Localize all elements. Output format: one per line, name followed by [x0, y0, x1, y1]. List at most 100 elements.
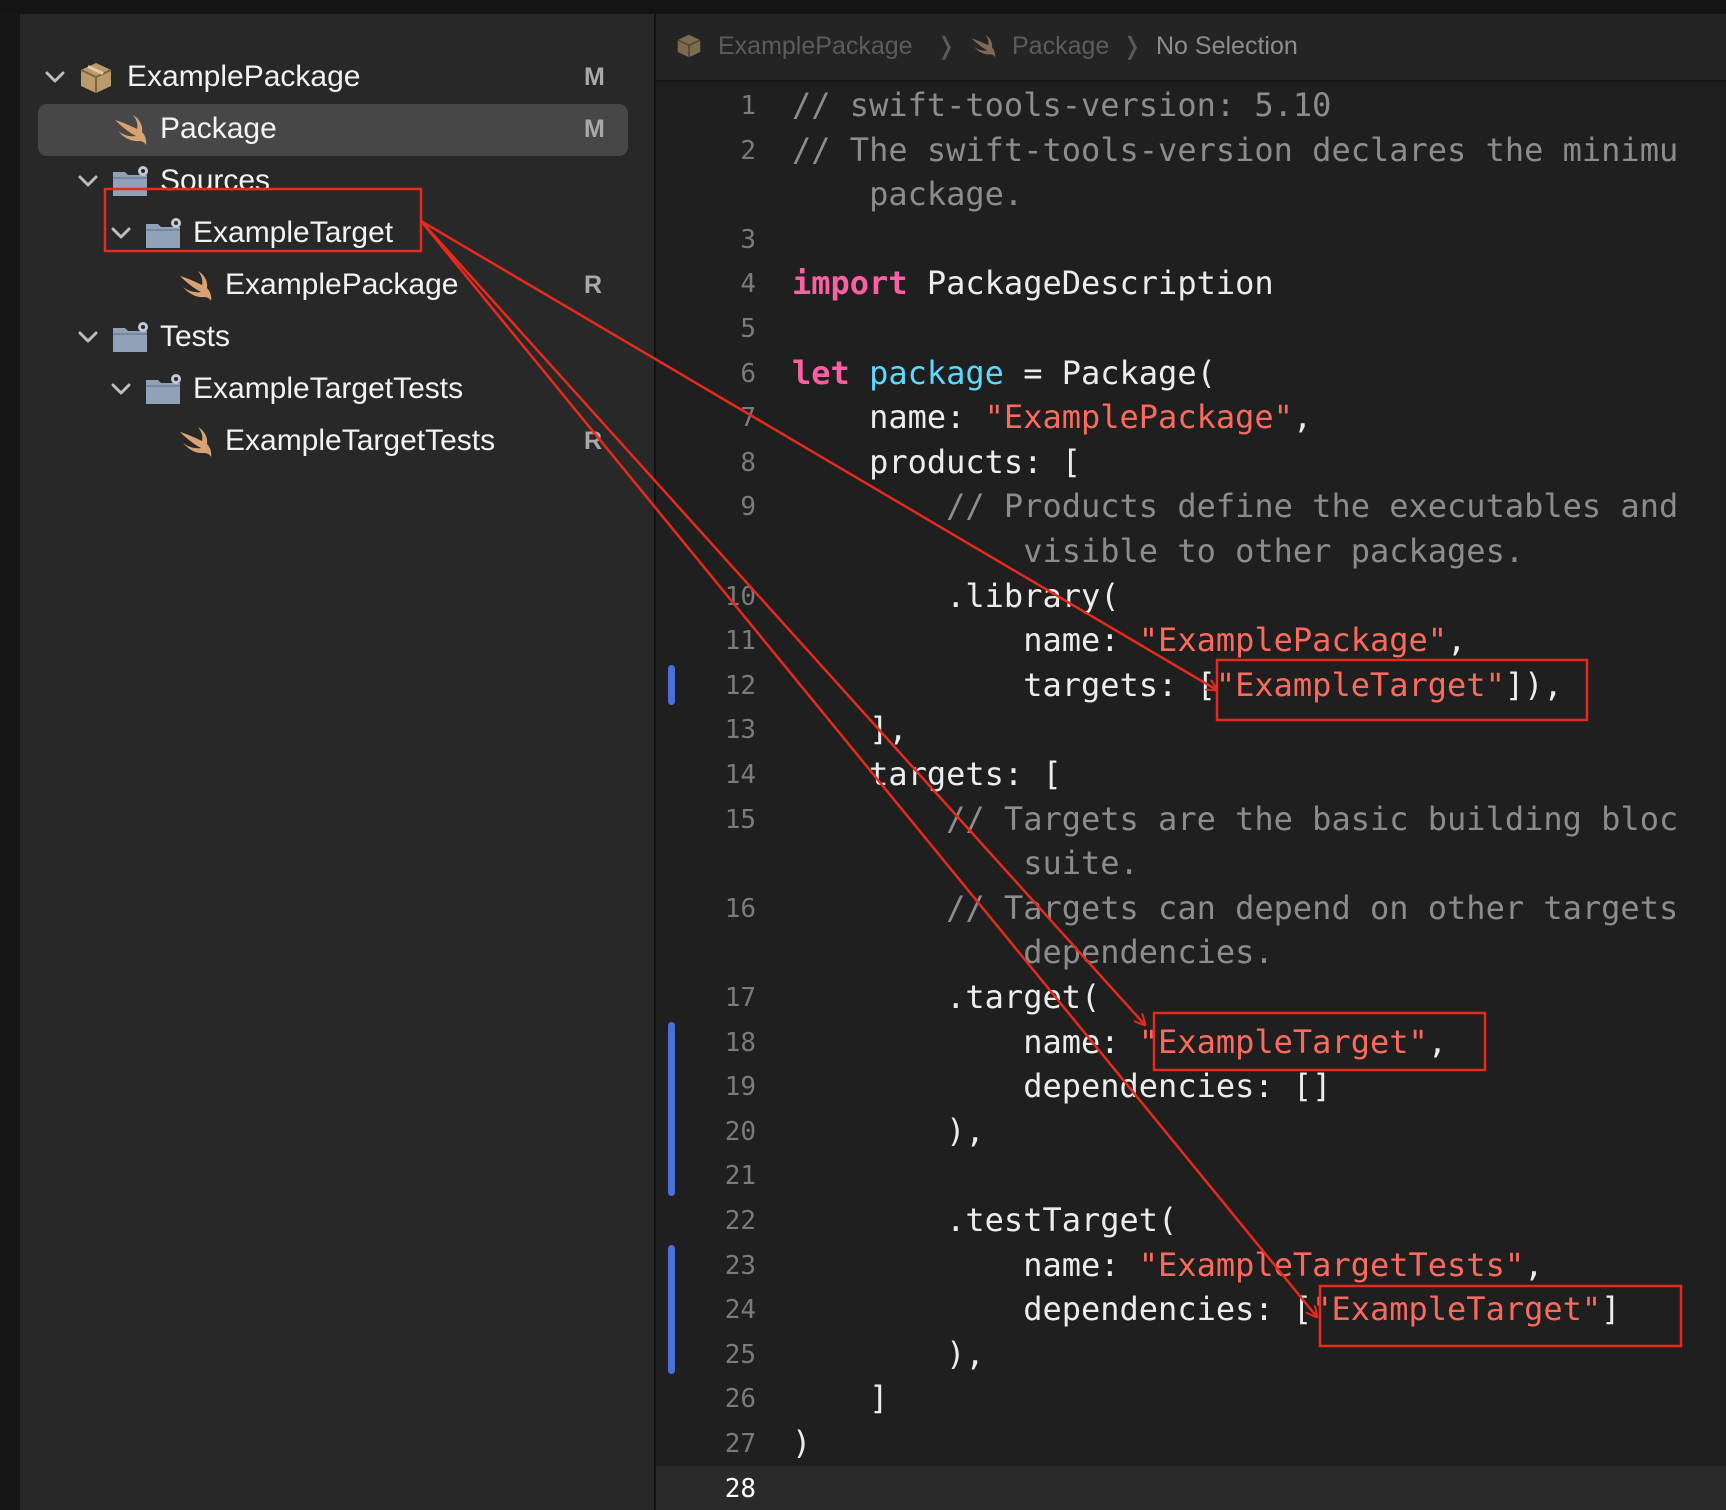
breadcrumb-file[interactable]: Package — [1012, 32, 1109, 61]
code-token: targets: [ — [792, 755, 1062, 793]
code-text: suite. — [792, 841, 1139, 885]
line-number: 15 — [724, 804, 756, 835]
source-control-badge: R — [584, 427, 603, 455]
code-token: products: [ — [792, 442, 1081, 481]
code-token: "ExampleTargetTests" — [1138, 1245, 1525, 1284]
code-line[interactable]: 12 targets: ["ExampleTarget"]), — [656, 663, 1726, 708]
nav-item-exampletarget[interactable]: ExampleTarget — [20, 208, 654, 260]
nav-item-exampletargettests[interactable]: ExampleTargetTests — [20, 364, 654, 416]
code-token: "ExampleTarget" — [1312, 1290, 1602, 1329]
nav-item-examplepackage-file[interactable]: ExamplePackage R — [20, 260, 654, 312]
code-token: // Products define the executables and — [792, 487, 1679, 526]
nav-item-exampletargettests-file[interactable]: ExampleTargetTests R — [20, 416, 654, 468]
code-area[interactable]: 1 // swift-tools-version: 5.10 2 // The swi… — [656, 82, 1726, 1510]
code-line[interactable]: 1 // swift-tools-version: 5.10 — [656, 83, 1726, 128]
line-number: 10 — [724, 581, 756, 612]
nav-item-examplepackage[interactable]: ExamplePackage M — [20, 52, 654, 104]
code-text: // Targets are the basic building bloc — [792, 797, 1678, 841]
source-editor: ExamplePackage ❭ Package ❭ No Selection … — [656, 14, 1726, 1510]
code-line[interactable]: 24 dependencies: ["ExampleTarget"] — [656, 1287, 1726, 1332]
code-token: suite. — [792, 844, 1139, 883]
code-line[interactable]: 9 // Products define the executables and — [656, 484, 1726, 529]
code-line[interactable]: 19 dependencies: [] — [656, 1064, 1726, 1109]
chevron-down-icon[interactable] — [75, 322, 101, 352]
code-text: name: "ExamplePackage", — [792, 395, 1312, 439]
source-control-badge: M — [584, 63, 605, 91]
code-line[interactable]: 3 — [656, 217, 1726, 262]
chevron-right-icon: ❭ — [1122, 33, 1143, 60]
code-line[interactable]: 27) — [656, 1421, 1726, 1466]
nav-item-label: ExampleTargetTests — [193, 372, 464, 405]
code-line[interactable]: 23 name: "ExampleTargetTests", — [656, 1243, 1726, 1288]
code-line[interactable]: 26 ] — [656, 1376, 1726, 1421]
code-token: package — [869, 353, 1004, 392]
code-line[interactable]: dependencies. — [656, 930, 1726, 975]
code-text: .target( — [792, 975, 1100, 1019]
nav-item-package[interactable]: Package M — [20, 104, 654, 156]
code-line[interactable]: 6 let package = Package( — [656, 351, 1726, 396]
line-number: 8 — [740, 447, 756, 478]
code-token: // swift-tools-version: 5.10 — [792, 86, 1332, 124]
nav-item-sources[interactable]: Sources — [20, 156, 654, 208]
code-line[interactable]: 22 .testTarget( — [656, 1198, 1726, 1243]
chevron-down-icon[interactable] — [42, 62, 68, 92]
source-control-badge: R — [584, 271, 603, 299]
code-line[interactable]: 15 // Targets are the basic building blo… — [656, 797, 1726, 842]
code-line[interactable]: 5 — [656, 306, 1726, 351]
chevron-down-icon[interactable] — [75, 166, 101, 196]
code-token: name: — [792, 398, 985, 437]
code-line[interactable]: 11 name: "ExamplePackage", — [656, 618, 1726, 663]
chevron-down-icon[interactable] — [108, 218, 134, 248]
line-number: 3 — [740, 224, 756, 255]
code-line[interactable]: 21 — [656, 1153, 1726, 1198]
code-token: .target( — [792, 978, 1101, 1016]
line-number: 22 — [724, 1206, 756, 1236]
code-token: name: — [792, 621, 1139, 660]
code-line[interactable]: 13 ], — [656, 707, 1726, 752]
nav-item-tests[interactable]: Tests — [20, 312, 654, 364]
swift-file-icon — [175, 423, 215, 461]
change-indicator[interactable] — [668, 1244, 675, 1375]
code-text: let package = Package( — [792, 351, 1216, 395]
code-token: , — [1524, 1245, 1544, 1284]
code-line[interactable]: 20 ), — [656, 1109, 1726, 1154]
code-line[interactable]: 16 // Targets can depend on other target… — [656, 886, 1726, 931]
line-number: 14 — [724, 760, 756, 790]
code-token: ]), — [1504, 665, 1563, 704]
change-indicator[interactable] — [668, 1021, 675, 1196]
change-indicator[interactable] — [668, 664, 675, 706]
folder-icon — [143, 215, 183, 253]
code-text: ], — [792, 707, 908, 751]
code-token: = Package( — [1003, 353, 1216, 392]
code-line[interactable]: visible to other packages. — [656, 529, 1726, 574]
code-line[interactable]: 28 — [656, 1466, 1726, 1510]
code-token: .testTarget( — [792, 1201, 1178, 1239]
code-line[interactable]: package. — [656, 172, 1726, 217]
code-text: products: [ — [792, 440, 1081, 484]
breadcrumb-selection[interactable]: No Selection — [1156, 32, 1298, 61]
code-line[interactable]: 2 // The swift-tools-version declares the… — [656, 128, 1726, 173]
chevron-right-icon: ❭ — [936, 33, 957, 60]
line-number: 13 — [724, 715, 756, 746]
code-line[interactable]: 4 import PackageDescription — [656, 261, 1726, 306]
folder-icon — [143, 371, 183, 409]
code-line[interactable]: 17 .target( — [656, 975, 1726, 1020]
code-token: dependencies. — [792, 933, 1274, 972]
code-token: .library( — [792, 576, 1120, 615]
code-text: // Targets can depend on other targets — [792, 886, 1678, 930]
package-icon — [674, 31, 704, 61]
code-text: // Products define the executables and — [792, 484, 1678, 528]
code-line[interactable]: suite. — [656, 841, 1726, 886]
code-line[interactable]: 7 name: "ExamplePackage", — [656, 395, 1726, 440]
breadcrumb-package[interactable]: ExamplePackage — [718, 32, 913, 61]
code-line[interactable]: 14 targets: [ — [656, 752, 1726, 797]
code-text: // swift-tools-version: 5.10 — [792, 83, 1331, 127]
code-line[interactable]: 18 name: "ExampleTarget", — [656, 1020, 1726, 1065]
folder-icon — [110, 163, 150, 201]
code-line[interactable]: 8 products: [ — [656, 440, 1726, 485]
code-text: .testTarget( — [792, 1198, 1177, 1242]
code-line[interactable]: 25 ), — [656, 1332, 1726, 1377]
code-line[interactable]: 10 .library( — [656, 574, 1726, 619]
chevron-down-icon[interactable] — [108, 374, 134, 404]
code-token: targets: [ — [792, 665, 1216, 704]
